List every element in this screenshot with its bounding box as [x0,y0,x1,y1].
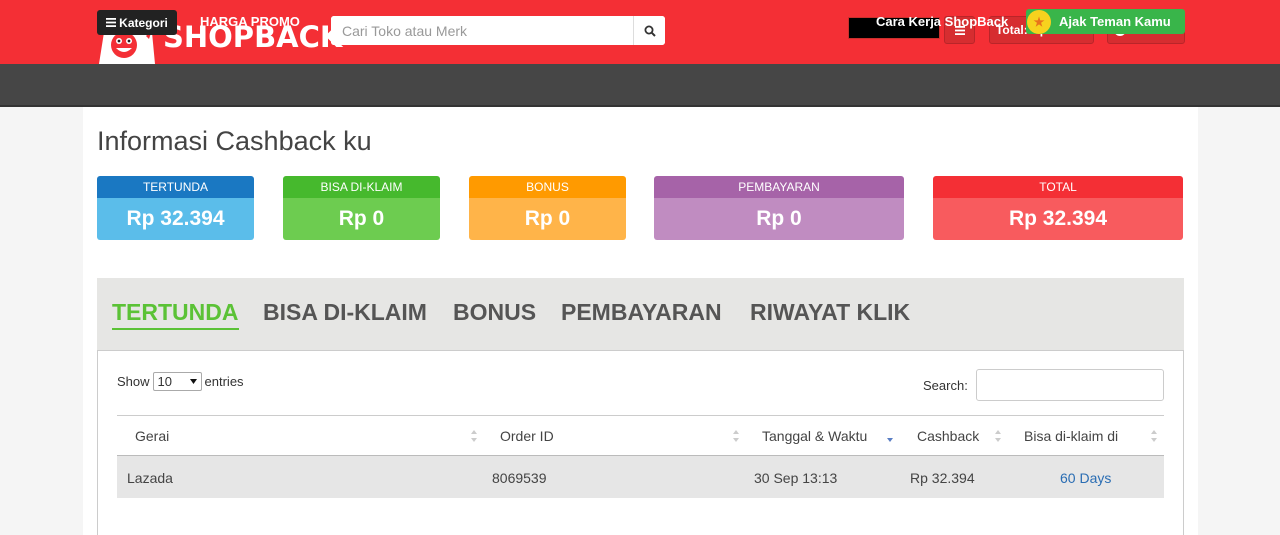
tab-riwayat-klik[interactable]: RIWAYAT KLIK [750,299,910,328]
card-label: TOTAL [933,176,1183,198]
cell-tanggal-waktu: 30 Sep 13:13 [754,470,838,486]
card-bisa-di-klaim: BISA DI-KLAIM Rp 0 [283,176,440,240]
tab-pembayaran[interactable]: PEMBAYARAN [561,299,722,328]
store-search-input[interactable] [331,16,633,45]
invite-label: Ajak Teman Kamu [1059,14,1171,29]
table-search-input[interactable] [976,369,1164,401]
cell-order-id: 8069539 [492,470,547,486]
tab-tertunda[interactable]: TERTUNDA [112,299,239,330]
column-header-order-id[interactable]: Order ID [500,428,554,444]
invite-friends-button[interactable]: ★ Ajak Teman Kamu [1026,9,1185,34]
cell-gerai: Lazada [127,470,173,486]
card-tertunda: TERTUNDA Rp 32.394 [97,176,254,240]
card-pembayaran: PEMBAYARAN Rp 0 [654,176,904,240]
card-value: Rp 32.394 [97,198,254,240]
card-value: Rp 0 [654,198,904,240]
entries-label: entries [204,374,244,389]
page-title: Informasi Cashback ku [97,126,372,156]
store-search-box [331,16,665,45]
tab-bisa-di-klaim[interactable]: BISA DI-KLAIM [263,299,427,328]
show-entries-control: Show 10 entries [117,372,244,391]
column-header-gerai[interactable]: Gerai [135,428,169,444]
harga-promo-link[interactable]: HARGA PROMO [200,14,300,29]
caret-down-icon [189,379,197,384]
column-header-bisa-di-klaim[interactable]: Bisa di-klaim di [1024,428,1118,444]
cell-cashback: Rp 32.394 [910,470,975,486]
cara-kerja-link[interactable]: Cara Kerja ShopBack [876,14,1008,29]
column-header-cashback[interactable]: Cashback [917,428,979,444]
cell-bisa-di-klaim[interactable]: 60 Days [1060,470,1111,486]
sort-desc-icon[interactable] [886,428,894,444]
card-label: TERTUNDA [97,176,254,198]
entries-select[interactable]: 10 [152,372,202,391]
card-label: BONUS [469,176,626,198]
sort-both-icon[interactable] [470,428,478,444]
hamburger-icon [106,18,117,27]
card-total: TOTAL Rp 32.394 [933,176,1183,240]
table-header [117,415,1164,456]
sort-both-icon[interactable] [994,428,1002,444]
card-label: BISA DI-KLAIM [283,176,440,198]
card-bonus: BONUS Rp 0 [469,176,626,240]
entries-value: 10 [157,374,172,389]
search-button[interactable] [633,16,665,45]
sort-both-icon[interactable] [732,428,740,444]
card-value: Rp 0 [469,198,626,240]
star-icon: ★ [1027,9,1051,34]
category-nav-bar [0,64,1280,107]
show-label: Show [117,374,150,389]
card-label: PEMBAYARAN [654,176,904,198]
tab-bonus[interactable]: BONUS [453,299,536,328]
card-value: Rp 0 [283,198,440,240]
table-row [117,456,1164,498]
card-value: Rp 32.394 [933,198,1183,240]
column-header-tanggal-waktu[interactable]: Tanggal & Waktu [762,428,867,444]
search-icon [644,25,656,37]
sort-both-icon[interactable] [1150,428,1158,444]
kategori-label: Kategori [119,15,168,30]
kategori-button[interactable]: Kategori [97,10,177,35]
table-search-label: Search: [923,378,968,393]
